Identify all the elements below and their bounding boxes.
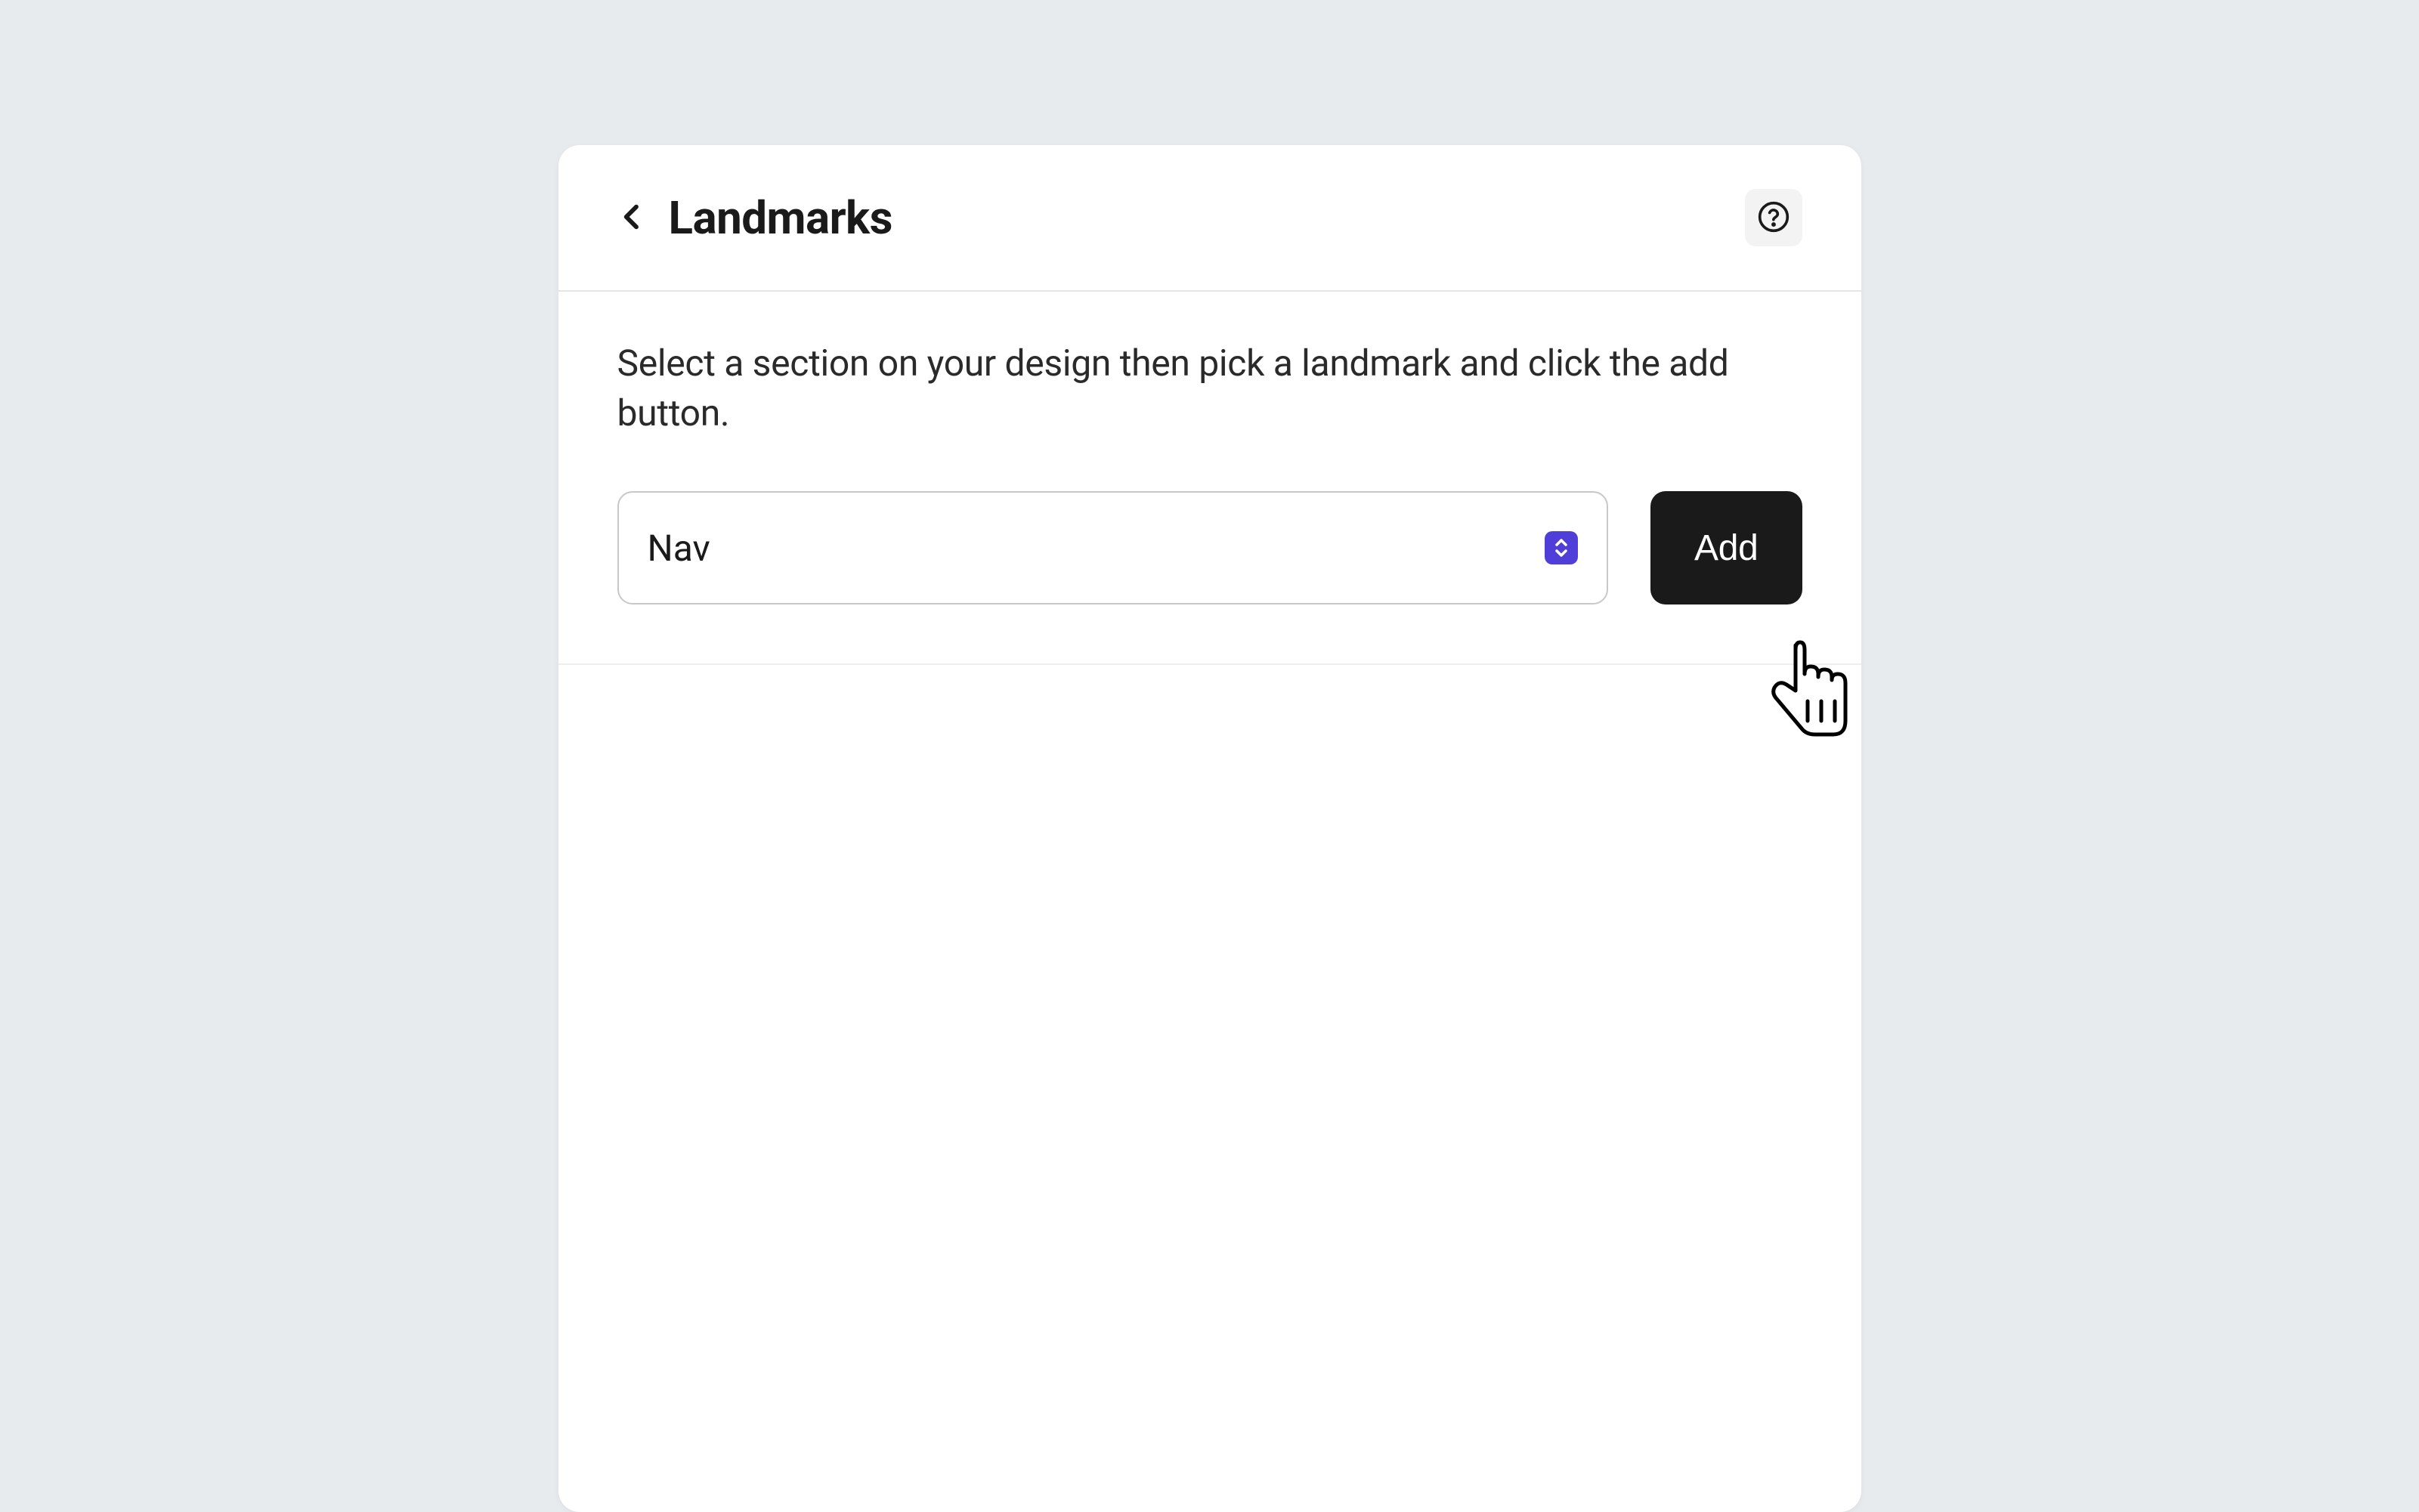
chevron-left-icon — [617, 196, 648, 240]
add-button[interactable]: Add — [1650, 491, 1802, 604]
panel-title: Landmarks — [669, 191, 892, 245]
instruction-text: Select a section on your design then pic… — [617, 339, 1802, 438]
landmark-select[interactable]: Nav — [617, 491, 1608, 604]
panel-header: Landmarks — [558, 145, 1861, 292]
select-value: Nav — [648, 527, 1545, 570]
header-left: Landmarks — [617, 191, 892, 245]
control-row: Nav Add — [617, 491, 1802, 604]
landmarks-panel: Landmarks Select a section on your desig… — [558, 145, 1861, 1512]
help-button[interactable] — [1745, 189, 1802, 246]
back-button[interactable] — [617, 196, 648, 240]
select-chevrons-icon — [1545, 531, 1578, 564]
help-icon — [1757, 200, 1790, 236]
panel-body: Select a section on your design then pic… — [558, 292, 1861, 665]
